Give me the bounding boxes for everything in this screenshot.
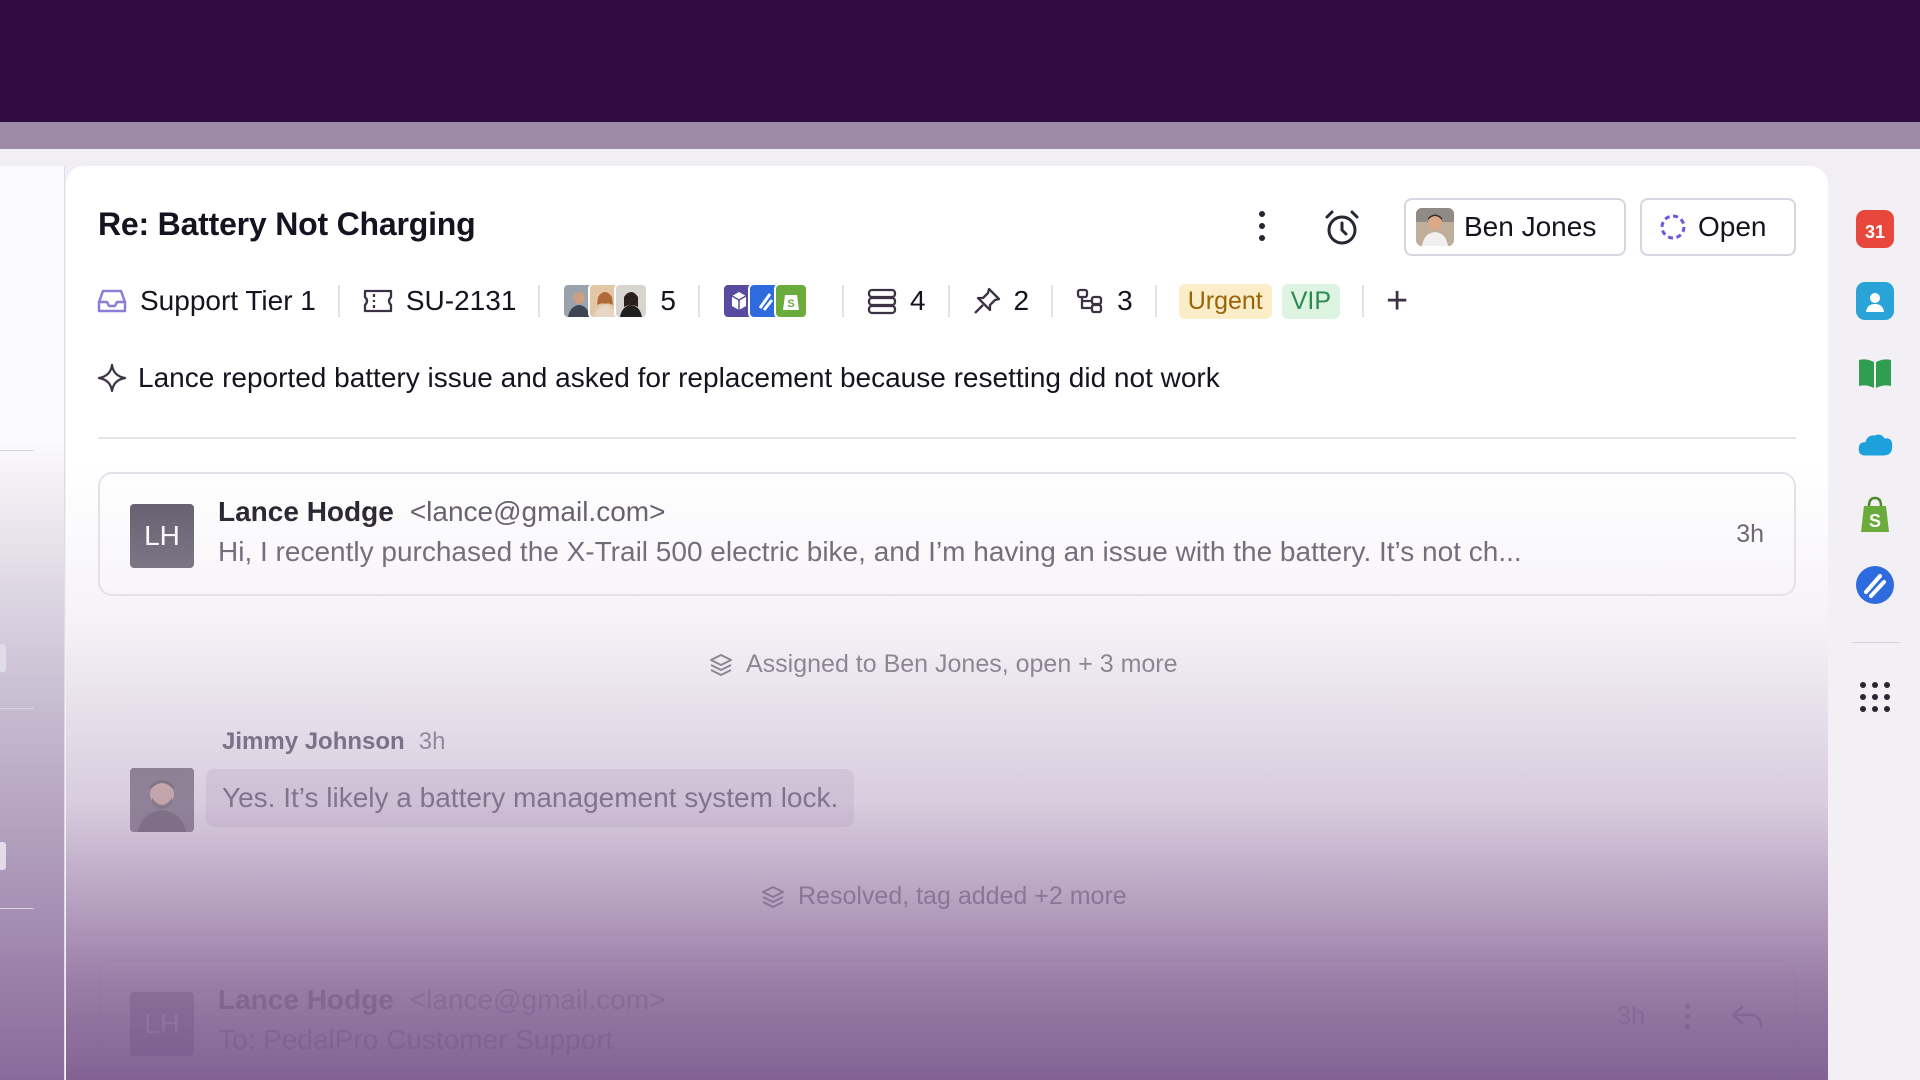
more-options-icon[interactable] <box>1685 1004 1690 1029</box>
app-sidebar: 31 S <box>1828 166 1920 1080</box>
book-icon[interactable] <box>1856 354 1894 392</box>
reply-icon[interactable] <box>1730 1003 1764 1031</box>
sender-avatar: LH <box>130 992 194 1056</box>
sidebar-divider <box>0 708 34 709</box>
sparkle-icon <box>97 363 127 393</box>
follower-avatars <box>562 283 649 319</box>
ticket-meta-bar: Support Tier 1 SU-2131 5 S 4 2 3 Urgent … <box>96 276 1408 326</box>
meta-separator <box>841 285 844 317</box>
comment-time: 3h <box>418 728 446 755</box>
message-sender: Lance Hodge <lance@gmail.com> <box>218 984 665 1016</box>
ticket-panel: Re: Battery Not Charging Ben Jones Open <box>66 166 1828 1080</box>
calendar-icon[interactable]: 31 <box>1856 210 1894 248</box>
meta-separator <box>697 285 700 317</box>
follower-avatar <box>614 283 649 319</box>
contact-icon[interactable] <box>1856 282 1894 320</box>
sidebar-tab[interactable] <box>0 644 6 672</box>
add-tag-button[interactable]: + <box>1386 282 1408 320</box>
sidebar-tab[interactable] <box>0 842 6 870</box>
message-time: 3h <box>1617 1002 1645 1030</box>
layers-icon <box>710 653 732 676</box>
meta-separator <box>947 285 950 317</box>
svg-text:S: S <box>1869 511 1881 531</box>
shopify-app-icon: S <box>773 283 808 319</box>
message-time: 3h <box>1736 520 1764 548</box>
meta-separator <box>1051 285 1054 317</box>
message-recipient: To: PedalPro Customer Support <box>218 1024 614 1055</box>
meta-separator <box>337 285 340 317</box>
linked-tickets[interactable]: 3 <box>1075 285 1133 317</box>
tag-urgent[interactable]: Urgent <box>1178 283 1272 319</box>
assignee-avatar <box>1416 208 1454 246</box>
inbox-label: Support Tier 1 <box>140 285 316 316</box>
fields-count: 4 <box>909 285 926 316</box>
meta-separator <box>1362 285 1365 317</box>
comment-author: Jimmy Johnson <box>222 728 405 755</box>
linked-count: 3 <box>1117 285 1133 316</box>
header-divider <box>98 437 1796 439</box>
calendar-day: 31 <box>1864 221 1886 242</box>
shopify-icon[interactable]: S <box>1856 496 1894 534</box>
ticket-id[interactable]: SU-2131 <box>362 285 517 317</box>
email-message-card[interactable]: LH Lance Hodge <lance@gmail.com> Hi, I re… <box>98 472 1796 596</box>
pinned-count: 2 <box>1013 285 1030 316</box>
comment-header: Jimmy Johnson 3h <box>222 728 445 756</box>
sidebar-divider <box>0 908 34 909</box>
ticket-icon <box>363 289 393 313</box>
left-sidebar <box>0 166 65 1080</box>
linked-tree-icon <box>1076 288 1103 314</box>
apps-grid-icon[interactable] <box>1856 678 1894 716</box>
tag-list: Urgent VIP <box>1178 283 1341 319</box>
snooze-alarm-icon[interactable] <box>1322 208 1362 248</box>
layers-icon <box>762 885 784 908</box>
activity-event[interactable]: Resolved, tag added +2 more <box>760 882 1127 911</box>
fields[interactable]: 4 <box>866 285 926 317</box>
ai-summary: Lance reported battery issue and asked f… <box>96 362 1220 394</box>
sender-email: <lance@gmail.com> <box>409 984 666 1015</box>
pinned[interactable]: 2 <box>972 285 1030 317</box>
sender-email: <lance@gmail.com> <box>409 496 666 527</box>
sender-name: Lance Hodge <box>218 496 394 527</box>
sidebar-divider <box>0 450 34 451</box>
status-label: Open <box>1698 211 1767 242</box>
svg-text:S: S <box>787 298 794 310</box>
status-open-icon <box>1660 214 1686 240</box>
comment-bubble: Yes. It’s likely a battery management sy… <box>206 769 855 827</box>
connected-apps[interactable]: S <box>721 283 820 319</box>
summary-text: Lance reported battery issue and asked f… <box>138 362 1220 393</box>
message-actions: 3h <box>1617 1002 1764 1031</box>
app-top-bar <box>0 0 1920 122</box>
salesforce-icon[interactable] <box>1856 426 1894 464</box>
fields-stack-icon <box>867 288 897 315</box>
commenter-avatar <box>130 768 194 832</box>
ticket-id-label: SU-2131 <box>405 285 517 316</box>
pin-icon <box>973 287 1000 314</box>
assignee-name: Ben Jones <box>1464 211 1597 242</box>
meta-separator <box>538 285 541 317</box>
message-sender: Lance Hodge <lance@gmail.com> <box>218 496 665 528</box>
top-band <box>0 122 1920 149</box>
inbox-icon <box>97 289 127 313</box>
assignee-button[interactable]: Ben Jones <box>1404 198 1626 256</box>
more-options-icon[interactable] <box>1252 208 1272 244</box>
app-sidebar-divider <box>1852 642 1900 643</box>
meta-separator <box>1154 285 1157 317</box>
app-stack: S <box>721 283 808 319</box>
inbox-selector[interactable]: Support Tier 1 <box>96 285 316 317</box>
message-preview: Hi, I recently purchased the X-Trail 500… <box>218 536 1522 567</box>
tag-vip[interactable]: VIP <box>1281 283 1341 319</box>
ticket-title: Re: Battery Not Charging <box>98 206 476 242</box>
sender-name: Lance Hodge <box>218 984 394 1015</box>
email-message-card[interactable]: LH Lance Hodge <lance@gmail.com> To: Peda… <box>98 960 1796 1080</box>
activity-event[interactable]: Assigned to Ben Jones, open + 3 more <box>708 650 1178 679</box>
followers-count: 5 <box>660 285 676 316</box>
followers[interactable]: 5 <box>562 283 676 319</box>
event-text: Assigned to Ben Jones, open + 3 more <box>746 650 1178 678</box>
event-text: Resolved, tag added +2 more <box>798 882 1127 910</box>
sender-avatar: LH <box>130 504 194 568</box>
linear-icon[interactable] <box>1856 566 1894 604</box>
status-button[interactable]: Open <box>1640 198 1796 256</box>
